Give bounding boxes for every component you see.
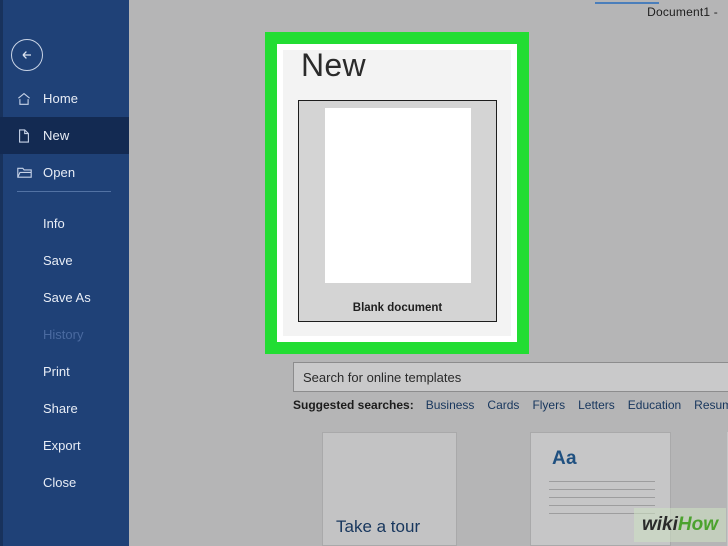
sidebar-item-label: Save As bbox=[43, 290, 91, 305]
search-input[interactable]: Search for online templates bbox=[294, 370, 728, 385]
template-card-label: Take a tour bbox=[336, 517, 421, 536]
backstage-sidebar: Home New Open Info Save Save As History … bbox=[0, 0, 129, 546]
sidebar-divider bbox=[17, 191, 111, 192]
blank-document-thumbnail bbox=[325, 108, 471, 283]
sidebar-item-share[interactable]: Share bbox=[0, 390, 129, 427]
suggested-link-cards[interactable]: Cards bbox=[487, 398, 519, 412]
sidebar-item-history: History bbox=[0, 316, 129, 353]
watermark-part-how: How bbox=[677, 514, 718, 535]
sidebar-item-home[interactable]: Home bbox=[0, 80, 129, 117]
sidebar-item-label: Print bbox=[43, 364, 70, 379]
sidebar-item-label: Home bbox=[43, 91, 79, 106]
back-arrow-icon bbox=[19, 47, 35, 63]
sidebar-item-label: Export bbox=[43, 438, 81, 453]
blank-document-label: Blank document bbox=[352, 302, 443, 314]
wikihow-watermark: wiki How bbox=[634, 508, 726, 542]
suggested-link-business[interactable]: Business bbox=[426, 398, 475, 412]
sidebar-item-open[interactable]: Open bbox=[0, 154, 129, 191]
open-folder-icon bbox=[14, 163, 34, 183]
new-panel: New Blank document bbox=[272, 39, 523, 347]
sidebar-item-export[interactable]: Export bbox=[0, 427, 129, 464]
new-document-icon bbox=[14, 126, 34, 146]
home-icon bbox=[14, 89, 34, 109]
sidebar-item-label: Save bbox=[43, 253, 73, 268]
top-strip: Document1 - bbox=[129, 0, 728, 26]
sidebar-item-save[interactable]: Save bbox=[0, 242, 129, 279]
sidebar-item-label: History bbox=[43, 327, 84, 342]
suggested-searches-label: Suggested searches: bbox=[293, 398, 414, 412]
sidebar-item-info[interactable]: Info bbox=[0, 205, 129, 242]
sidebar-item-new[interactable]: New bbox=[0, 117, 129, 154]
sidebar-item-close[interactable]: Close bbox=[0, 464, 129, 501]
word-backstage-new-screen: Home New Open Info Save Save As History … bbox=[0, 0, 728, 546]
suggested-link-flyers[interactable]: Flyers bbox=[532, 398, 565, 412]
page-title: New bbox=[301, 47, 366, 83]
suggested-link-letters[interactable]: Letters bbox=[578, 398, 615, 412]
search-row: Search for online templates bbox=[258, 359, 728, 393]
suggested-searches: Suggested searches: Business Cards Flyer… bbox=[293, 395, 728, 415]
sidebar-item-label: Info bbox=[43, 216, 65, 231]
sidebar-item-label: New bbox=[43, 128, 70, 143]
backstage-content: Document1 - New Blank document Search fo… bbox=[129, 0, 728, 546]
sidebar-primary-nav: Home New Open bbox=[0, 80, 129, 191]
suggested-link-resumes-and-cover-letters[interactable]: Resumes and Cover Letters bbox=[694, 398, 728, 412]
blank-document-card[interactable]: Blank document bbox=[298, 100, 497, 322]
template-card-take-a-tour[interactable]: Take a tour bbox=[322, 432, 457, 546]
sidebar-item-label: Open bbox=[43, 165, 76, 180]
sidebar-item-print[interactable]: Print bbox=[0, 353, 129, 390]
sidebar-secondary-nav: Info Save Save As History Print Share Ex… bbox=[0, 205, 129, 501]
template-card-label: Aa bbox=[552, 448, 577, 469]
suggested-link-education[interactable]: Education bbox=[628, 398, 681, 412]
document-title: Document1 - bbox=[647, 5, 718, 19]
sidebar-item-label: Close bbox=[43, 475, 77, 490]
sidebar-item-save-as[interactable]: Save As bbox=[0, 279, 129, 316]
template-gallery: Take a tour Aa NAME bbox=[258, 432, 728, 546]
watermark-part-wiki: wiki bbox=[641, 514, 678, 535]
back-arrow-button[interactable] bbox=[11, 39, 43, 71]
sidebar-item-label: Share bbox=[43, 401, 78, 416]
tab-underline-indicator bbox=[595, 2, 659, 4]
search-templates-box[interactable]: Search for online templates bbox=[293, 362, 728, 392]
